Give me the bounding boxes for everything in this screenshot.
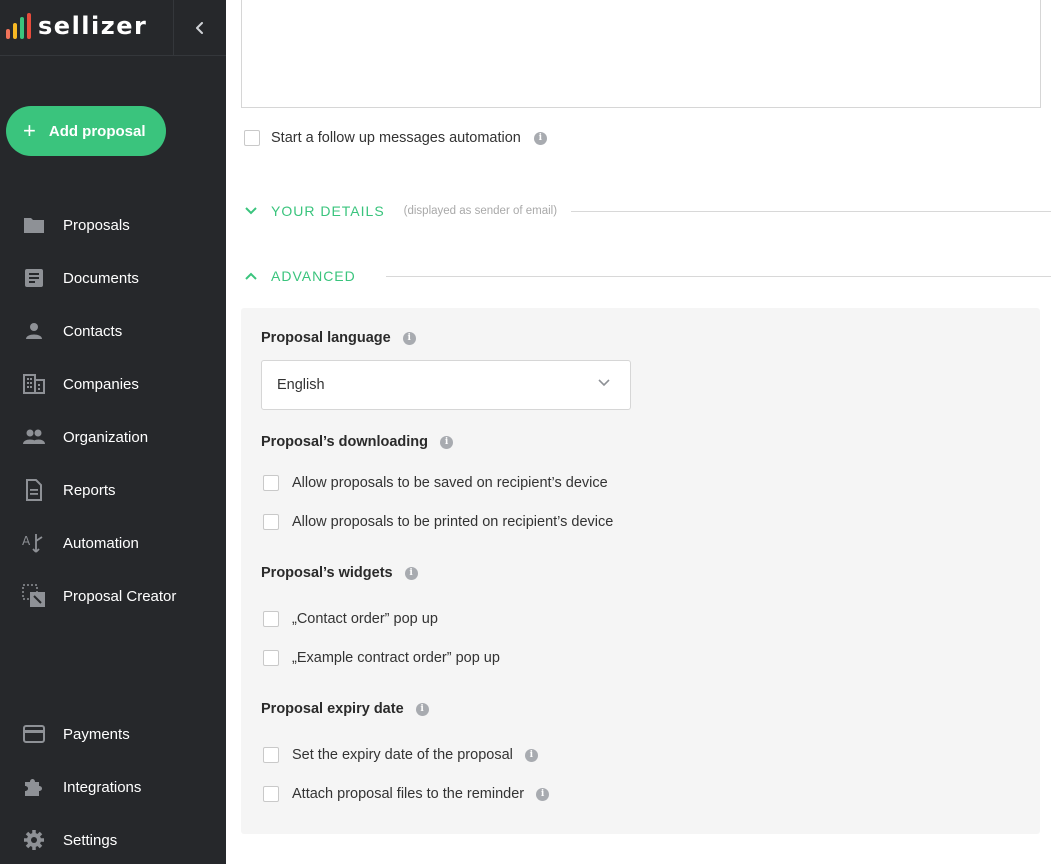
chevron-down-icon xyxy=(598,379,610,387)
sidebar-item-label: Organization xyxy=(63,428,149,446)
sidebar-item-label: Reports xyxy=(63,481,116,499)
sidebar-item-payments[interactable]: Payments xyxy=(0,714,226,754)
logo[interactable]: sellizer xyxy=(6,12,147,40)
proposal-widgets-label: Proposal’s widgets i xyxy=(261,565,418,581)
message-textarea[interactable] xyxy=(241,0,1041,108)
sidebar-item-label: Proposal Creator xyxy=(63,587,177,605)
option-label: „Example contract order” pop up xyxy=(292,650,500,666)
add-proposal-label: Add proposal xyxy=(48,122,146,140)
sidebar-item-label: Settings xyxy=(63,831,118,849)
add-proposal-button[interactable]: + Add proposal xyxy=(6,106,166,156)
sidebar-collapse-button[interactable] xyxy=(173,0,226,56)
plus-icon: + xyxy=(23,118,36,143)
info-icon[interactable]: i xyxy=(536,787,550,801)
label-text: Proposal language xyxy=(261,330,391,346)
people-icon xyxy=(22,426,46,448)
advanced-panel: Proposal language i English Proposal’s d… xyxy=(241,308,1040,834)
info-icon[interactable]: i xyxy=(402,331,416,345)
automation-icon: A xyxy=(22,532,46,554)
allow-print-checkbox[interactable] xyxy=(263,514,279,530)
advanced-title[interactable]: ADVANCED xyxy=(271,268,356,284)
info-icon[interactable]: i xyxy=(404,566,418,580)
set-expiry-checkbox[interactable] xyxy=(263,747,279,763)
option-label: Attach proposal files to the reminder xyxy=(292,786,525,802)
chevron-left-icon xyxy=(196,22,203,34)
option-label: Set the expiry date of the proposal xyxy=(292,747,513,763)
sidebar-item-label: Contacts xyxy=(63,322,123,340)
allow-save-checkbox[interactable] xyxy=(263,475,279,491)
logo-bars-icon xyxy=(6,13,31,39)
person-icon xyxy=(22,320,46,342)
logo-text: sellizer xyxy=(38,12,148,40)
chevron-down-icon xyxy=(241,207,265,215)
follow-up-label: Start a follow up messages automation xyxy=(271,130,521,146)
label-text: Proposal expiry date xyxy=(261,701,404,717)
sidebar-item-label: Proposals xyxy=(63,216,130,234)
option-label: Allow proposals to be printed on recipie… xyxy=(292,514,614,530)
section-divider xyxy=(385,275,1051,277)
sidebar-item-proposals[interactable]: Proposals xyxy=(0,205,226,245)
example-contract-row: „Example contract order” pop up xyxy=(263,650,500,666)
info-icon[interactable]: i xyxy=(524,748,538,762)
puzzle-icon xyxy=(22,776,46,798)
svg-text:A: A xyxy=(22,534,31,548)
sidebar-item-automation[interactable]: A Automation xyxy=(0,523,226,563)
follow-up-row: Start a follow up messages automation i xyxy=(244,130,547,146)
allow-print-row: Allow proposals to be printed on recipie… xyxy=(263,514,613,530)
info-icon[interactable]: i xyxy=(440,435,454,449)
sidebar-item-label: Companies xyxy=(63,375,139,393)
language-selected-value: English xyxy=(277,377,325,393)
proposal-expiry-label: Proposal expiry date i xyxy=(261,701,429,717)
sidebar-item-integrations[interactable]: Integrations xyxy=(0,767,226,807)
report-icon xyxy=(22,479,46,501)
sidebar-item-label: Documents xyxy=(63,269,139,287)
label-text: Proposal’s widgets xyxy=(261,565,393,581)
info-icon[interactable]: i xyxy=(415,702,429,716)
section-divider xyxy=(571,210,1051,212)
chevron-up-icon xyxy=(241,272,265,280)
sidebar-item-organization[interactable]: Organization xyxy=(0,417,226,457)
option-label: Allow proposals to be saved on recipient… xyxy=(292,475,608,491)
allow-save-row: Allow proposals to be saved on recipient… xyxy=(263,475,608,491)
example-contract-checkbox[interactable] xyxy=(263,650,279,666)
sidebar-item-label: Payments xyxy=(63,725,130,743)
your-details-title[interactable]: YOUR DETAILS xyxy=(271,203,385,219)
info-icon[interactable]: i xyxy=(533,131,547,145)
sidebar-item-label: Integrations xyxy=(63,778,142,796)
attach-files-row: Attach proposal files to the reminder i xyxy=(263,786,550,802)
contact-order-row: „Contact order” pop up xyxy=(263,611,438,627)
sidebar-item-reports[interactable]: Reports xyxy=(0,470,226,510)
folder-icon xyxy=(22,214,46,236)
credit-card-icon xyxy=(22,723,46,745)
proposal-downloading-label: Proposal’s downloading i xyxy=(261,434,454,450)
sidebar-item-companies[interactable]: Companies xyxy=(0,364,226,404)
sidebar-item-proposal-creator[interactable]: Proposal Creator xyxy=(0,576,226,616)
gear-icon xyxy=(22,829,46,851)
option-label: „Contact order” pop up xyxy=(292,611,438,627)
contact-order-checkbox[interactable] xyxy=(263,611,279,627)
language-select[interactable]: English xyxy=(261,360,631,410)
document-icon xyxy=(22,267,46,289)
sidebar-item-contacts[interactable]: Contacts xyxy=(0,311,226,351)
sidebar-item-documents[interactable]: Documents xyxy=(0,258,226,298)
sidebar-item-settings[interactable]: Settings xyxy=(0,820,226,860)
sidebar-header: sellizer xyxy=(0,0,226,56)
sidebar: sellizer + Add proposal Proposals Docume… xyxy=(0,0,226,864)
advanced-section[interactable]: ADVANCED xyxy=(241,266,1051,286)
your-details-subtitle: (displayed as sender of email) xyxy=(403,205,558,217)
proposal-language-label: Proposal language i xyxy=(261,330,416,346)
your-details-section[interactable]: YOUR DETAILS (displayed as sender of ema… xyxy=(241,201,1051,221)
label-text: Proposal’s downloading xyxy=(261,434,429,450)
set-expiry-row: Set the expiry date of the proposal i xyxy=(263,747,538,763)
creator-icon xyxy=(22,584,46,607)
building-icon xyxy=(22,373,46,395)
main-content: Start a follow up messages automation i … xyxy=(226,0,1051,864)
sidebar-item-label: Automation xyxy=(63,534,139,552)
follow-up-checkbox[interactable] xyxy=(244,130,260,146)
attach-files-checkbox[interactable] xyxy=(263,786,279,802)
